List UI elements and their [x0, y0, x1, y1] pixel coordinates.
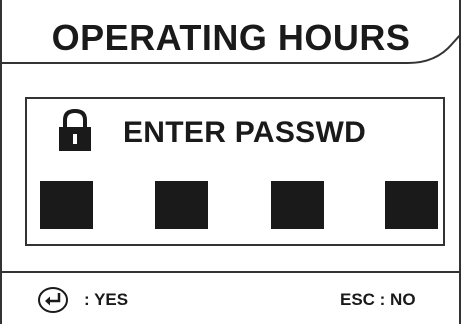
page-title: OPERATING HOURS [51, 17, 411, 58]
password-dialog: ENTER PASSWD [25, 97, 445, 246]
enter-return-icon[interactable] [37, 286, 69, 314]
yes-hint: : YES [84, 290, 129, 309]
esc-no-hint: ESC : NO [340, 290, 416, 309]
password-screen: OPERATING HOURS ENTER PASSWD : YES ESC :… [0, 0, 461, 324]
password-digit-2[interactable] [155, 181, 208, 229]
password-digit-3[interactable] [271, 181, 324, 229]
password-digit-4[interactable] [385, 181, 438, 229]
lock-icon [59, 108, 91, 151]
enter-password-prompt: ENTER PASSWD [123, 116, 367, 149]
password-digit-1[interactable] [40, 181, 93, 229]
